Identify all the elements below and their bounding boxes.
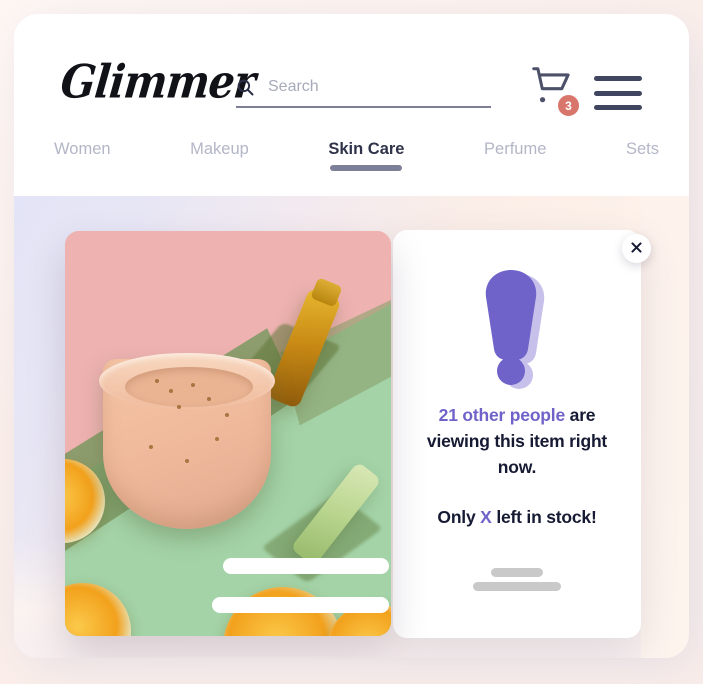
- modal-placeholder-bars: [393, 568, 641, 591]
- nav-item-sets[interactable]: Sets: [626, 140, 659, 171]
- product-image-card[interactable]: [65, 231, 391, 636]
- search-input[interactable]: [268, 72, 488, 102]
- site-header: Glimmer 3: [14, 14, 689, 196]
- hamburger-menu-icon[interactable]: [594, 76, 642, 110]
- exclamation-mark-icon: [393, 268, 641, 390]
- search-icon: [236, 78, 254, 96]
- menu-bar-3: [594, 105, 642, 110]
- nav-item-perfume[interactable]: Perfume: [484, 140, 546, 171]
- stock-count: X: [480, 507, 492, 527]
- close-icon: [631, 240, 642, 258]
- close-modal-button[interactable]: [622, 234, 651, 263]
- product-placeholder-bar-1: [223, 558, 389, 574]
- menu-bar-1: [594, 76, 642, 81]
- search-field[interactable]: [236, 72, 491, 108]
- page-canvas: Glimmer 3: [0, 0, 703, 684]
- viewers-count-text: 21 other people: [438, 405, 566, 425]
- app-window: Glimmer 3: [14, 14, 689, 658]
- placeholder-bar-small: [491, 568, 543, 577]
- product-placeholder-bar-2: [212, 597, 389, 613]
- product-card-placeholder-bars: [65, 231, 391, 636]
- stock-prefix: Only: [437, 507, 481, 527]
- menu-bar-2: [594, 90, 642, 96]
- brand-logo[interactable]: Glimmer: [58, 55, 257, 109]
- placeholder-bar-large: [473, 582, 561, 591]
- stock-alert-modal: 21 other people are viewing this item ri…: [393, 230, 641, 638]
- nav-item-skin-care[interactable]: Skin Care: [328, 140, 404, 171]
- right-gutter: [641, 196, 689, 658]
- main-nav: Women Makeup Skin Care Perfume Sets: [54, 140, 659, 184]
- stock-message: Only X left in stock!: [407, 507, 627, 528]
- cart-badge: 3: [556, 93, 581, 118]
- stock-suffix: left in stock!: [491, 507, 597, 527]
- viewers-message: 21 other people are viewing this item ri…: [407, 402, 627, 480]
- nav-item-makeup[interactable]: Makeup: [190, 140, 249, 171]
- nav-item-women[interactable]: Women: [54, 140, 111, 171]
- cart-button[interactable]: 3: [525, 66, 581, 118]
